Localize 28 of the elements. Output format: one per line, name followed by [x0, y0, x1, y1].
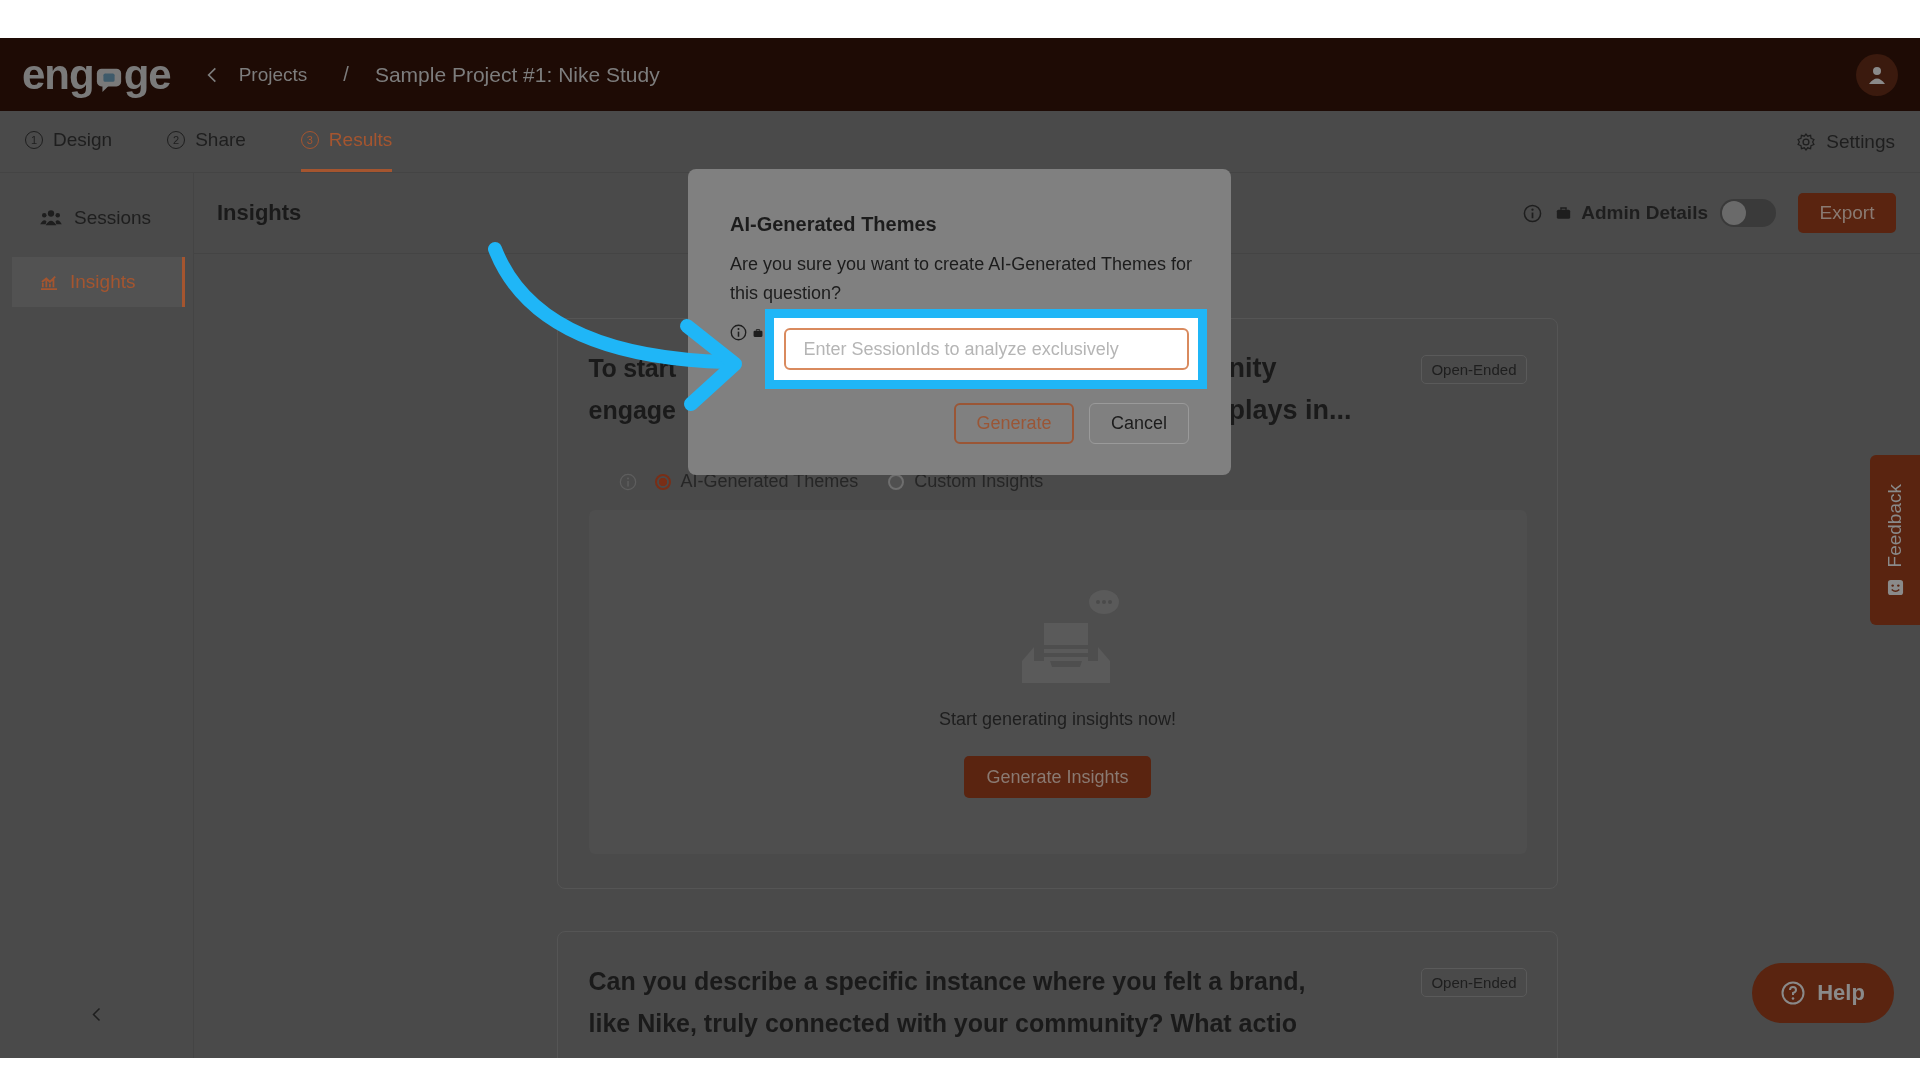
dialog-title: AI-Generated Themes [730, 213, 938, 236]
avatar-icon[interactable] [1856, 53, 1898, 96]
help-icon [1781, 981, 1806, 1005]
back-icon[interactable] [206, 65, 217, 84]
export-button[interactable]: Export [1798, 193, 1896, 233]
logo: eng ge [22, 50, 171, 99]
dialog-message: Are you sure you want to create AI-Generated Themes for this question? [730, 253, 1193, 305]
sidebar-item[interactable]: Insights [12, 257, 185, 307]
feedback-tab[interactable]: Feedback [1870, 455, 1920, 625]
cancel-button[interactable]: Cancel [1089, 403, 1189, 444]
breadcrumb-link[interactable]: Projects [238, 63, 308, 86]
step-tab[interactable]: 3 Results [300, 111, 393, 172]
smiley-icon [1886, 579, 1904, 597]
info-icon[interactable] [730, 324, 747, 341]
generate-button[interactable]: Generate [954, 403, 1074, 444]
help-button[interactable]: Help [1752, 963, 1894, 1023]
session-ids-field[interactable]: Enter SessionIds to analyze exclusively [783, 328, 1189, 370]
admin-toggle[interactable] [1720, 199, 1776, 227]
generate-insights-button[interactable]: Generate Insights [964, 756, 1151, 798]
info-icon[interactable] [1523, 203, 1543, 223]
gear-icon [1796, 131, 1817, 152]
people-icon [40, 209, 62, 227]
briefcase-icon [1556, 206, 1572, 220]
project-title: Sample Project #1: Nike Study [374, 62, 661, 87]
collapse-icon[interactable] [92, 1007, 101, 1022]
briefcase-icon [753, 326, 763, 339]
chart-icon [40, 274, 58, 290]
breadcrumb-separator: / [343, 63, 349, 86]
